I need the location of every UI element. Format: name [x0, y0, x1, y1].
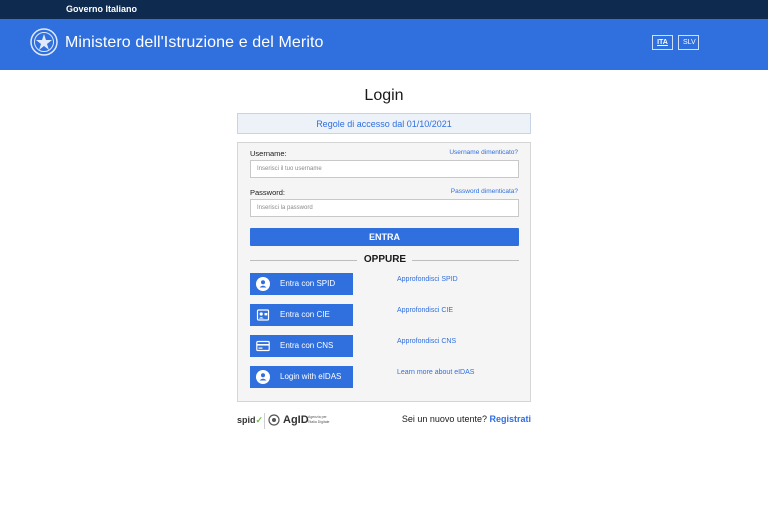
cie-info-link[interactable]: Approfondisci CIE: [397, 307, 453, 314]
page-title: Login: [364, 87, 404, 104]
new-user-text: Sei un nuovo utente?: [401, 414, 487, 424]
username-forgot-link[interactable]: Username dimenticato?: [449, 149, 518, 156]
new-user-prompt: Sei un nuovo utente? Registrati: [402, 414, 531, 424]
login-form: Username: Username dimenticato? Inserisc…: [237, 142, 531, 402]
user-circle-icon: [256, 370, 270, 384]
cie-login-button[interactable]: Entra con CIE: [250, 304, 353, 326]
cns-login-button[interactable]: Entra con CNS: [250, 335, 353, 357]
spid-login-label: Entra con SPID: [280, 279, 336, 288]
agid-subtitle: Agenzia per l'Italia Digitale: [308, 415, 330, 424]
ministry-title[interactable]: Ministero dell'Istruzione e del Merito: [65, 34, 324, 52]
italian-emblem-icon[interactable]: [29, 27, 59, 57]
language-ita-button[interactable]: ITA: [652, 35, 673, 50]
agid-logo[interactable]: AgID: [283, 414, 309, 426]
access-rules-link[interactable]: Regole di accesso dal 01/10/2021: [237, 113, 531, 134]
eidas-info-link[interactable]: Learn more about eIDAS: [397, 369, 474, 376]
eidas-login-button[interactable]: Login with eIDAS: [250, 366, 353, 388]
separator-line-right: [412, 260, 519, 261]
username-input[interactable]: Inserisci il tuo username: [250, 160, 519, 178]
spid-logo[interactable]: spid✓: [237, 415, 263, 426]
password-input[interactable]: Inserisci la password: [250, 199, 519, 217]
agid-logo-icon: [268, 414, 280, 426]
password-forgot-link[interactable]: Password dimenticata?: [451, 188, 518, 195]
register-link[interactable]: Registrati: [489, 414, 531, 424]
cie-login-label: Entra con CIE: [280, 310, 330, 319]
language-slv-button[interactable]: SLV: [678, 35, 699, 50]
site-header: Ministero dell'Istruzione e del Merito I…: [0, 19, 768, 70]
cns-login-label: Entra con CNS: [280, 341, 334, 350]
gov-bar-label[interactable]: Governo Italiano: [66, 4, 137, 14]
smart-card-icon: [256, 340, 270, 352]
spid-login-button[interactable]: Entra con SPID: [250, 273, 353, 295]
user-circle-icon: [256, 277, 270, 291]
username-label: Username:: [250, 149, 287, 158]
id-card-chip-icon: [256, 309, 270, 321]
logo-divider: [264, 413, 265, 429]
cns-info-link[interactable]: Approfondisci CNS: [397, 338, 456, 345]
eidas-login-label: Login with eIDAS: [280, 372, 342, 381]
gov-bar: Governo Italiano: [0, 0, 768, 19]
spid-info-link[interactable]: Approfondisci SPID: [397, 276, 458, 283]
enter-button[interactable]: ENTRA: [250, 228, 519, 246]
password-label: Password:: [250, 188, 286, 197]
